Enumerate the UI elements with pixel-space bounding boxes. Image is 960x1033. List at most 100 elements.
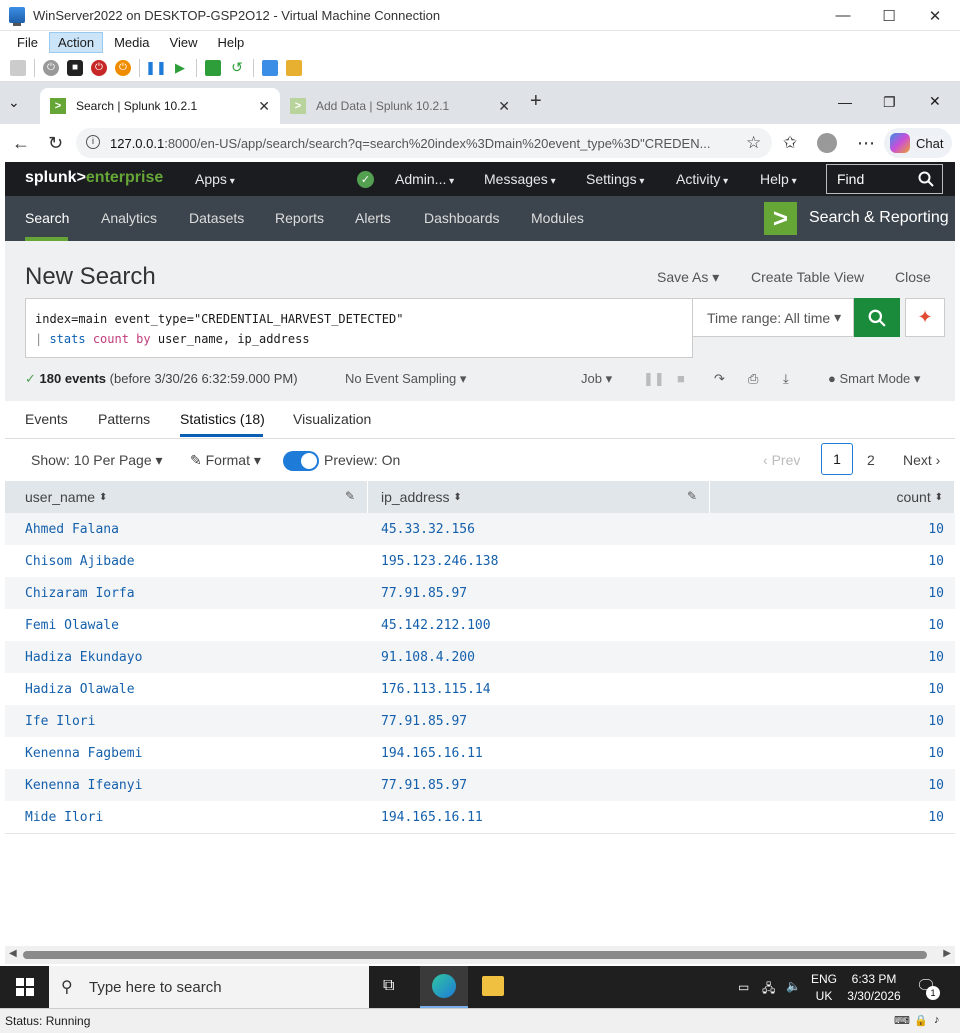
revert-icon[interactable]: ↺	[229, 59, 245, 76]
cell-user-name[interactable]: Kenenna Fagbemi	[5, 737, 368, 769]
taskbar-search-input[interactable]: ⚲ Type here to search	[49, 966, 369, 1008]
windows-start-icon[interactable]	[16, 978, 34, 996]
file-explorer-icon[interactable]	[482, 976, 504, 996]
next-page-button[interactable]: Next ›	[903, 452, 940, 468]
tab-events[interactable]: Events	[25, 411, 68, 427]
scroll-left-icon[interactable]: ◀	[9, 948, 17, 959]
site-info-icon[interactable]: i	[86, 135, 100, 149]
cell-user-name[interactable]: Hadiza Olawale	[5, 673, 368, 705]
tab-search-splunk[interactable]: > Search | Splunk 10.2.1 ✕	[40, 88, 280, 124]
cell-count[interactable]: 10	[710, 609, 955, 641]
share-icon[interactable]	[286, 59, 302, 76]
nav-search[interactable]: Search	[25, 210, 69, 226]
help-menu[interactable]: Help	[760, 171, 797, 187]
scroll-thumb[interactable]	[23, 951, 927, 959]
admin-menu[interactable]: Admin...	[395, 171, 454, 187]
find-input[interactable]: Find	[826, 164, 943, 194]
back-icon[interactable]: ←	[12, 133, 30, 154]
favorite-star-icon[interactable]: ☆	[746, 133, 761, 153]
tab-add-data[interactable]: > Add Data | Splunk 10.2.1 ✕	[280, 88, 520, 124]
cell-ip-address[interactable]: 91.108.4.200	[368, 641, 710, 673]
cell-user-name[interactable]: Mide Ilori	[5, 801, 368, 833]
horizontal-scrollbar[interactable]: ◀ ▶	[5, 946, 955, 964]
page-2-button[interactable]: 2	[867, 452, 875, 468]
messages-menu[interactable]: Messages	[484, 171, 556, 187]
close-icon[interactable]: ✕	[912, 0, 958, 31]
profile-avatar[interactable]	[817, 133, 837, 153]
cell-ip-address[interactable]: 77.91.85.97	[368, 769, 710, 801]
url-input[interactable]: i 127.0.0.1:8000/en-US/app/search/search…	[76, 128, 772, 158]
favorites-icon[interactable]: ✩	[783, 133, 797, 153]
app-name[interactable]: Search & Reporting	[809, 209, 949, 227]
start-icon[interactable]: ⏻	[43, 59, 59, 76]
cell-count[interactable]: 10	[710, 673, 955, 705]
apps-menu[interactable]: Apps	[195, 171, 235, 187]
cell-user-name[interactable]: Femi Olawale	[5, 609, 368, 641]
cell-count[interactable]: 10	[710, 769, 955, 801]
cell-count[interactable]: 10	[710, 705, 955, 737]
cell-ip-address[interactable]: 45.142.212.100	[368, 609, 710, 641]
resume-icon[interactable]: ▶	[172, 60, 188, 76]
close-link[interactable]: Close	[895, 269, 931, 285]
edit-column-icon[interactable]: ✎	[687, 489, 697, 503]
shutdown-icon[interactable]: ⏻	[91, 59, 107, 76]
close-window-icon[interactable]: ✕	[929, 93, 941, 110]
cell-ip-address[interactable]: 194.165.16.11	[368, 737, 710, 769]
tab-close-icon[interactable]: ✕	[258, 98, 270, 115]
cell-user-name[interactable]: Ahmed Falana	[5, 513, 368, 545]
column-header-user-name[interactable]: user_name ⬍ ✎	[5, 481, 368, 513]
cell-count[interactable]: 10	[710, 545, 955, 577]
print-icon[interactable]: ⎙	[748, 371, 758, 387]
cell-count[interactable]: 10	[710, 801, 955, 833]
tab-patterns[interactable]: Patterns	[98, 411, 150, 427]
cell-ip-address[interactable]: 77.91.85.97	[368, 705, 710, 737]
cell-ip-address[interactable]: 194.165.16.11	[368, 801, 710, 833]
menu-help[interactable]: Help	[208, 32, 253, 53]
task-view-icon[interactable]: ⧉	[383, 977, 394, 995]
cell-user-name[interactable]: Ife Ilori	[5, 705, 368, 737]
edge-taskbar-button[interactable]	[420, 966, 468, 1008]
page-1-button[interactable]: 1	[821, 443, 853, 475]
nav-alerts[interactable]: Alerts	[355, 210, 391, 226]
save-as-menu[interactable]: Save As ▾	[657, 269, 719, 286]
cell-ip-address[interactable]: 45.33.32.156	[368, 513, 710, 545]
menu-media[interactable]: Media	[105, 32, 158, 53]
ctrl-alt-del-icon[interactable]	[10, 59, 26, 76]
tab-statistics[interactable]: Statistics (18)	[180, 411, 265, 427]
share-job-icon[interactable]: ↷	[714, 371, 725, 387]
tab-close-icon[interactable]: ✕	[498, 98, 510, 115]
export-icon[interactable]: ⤓	[783, 371, 789, 387]
search-mode-menu[interactable]: ● Smart Mode ▾	[828, 371, 920, 387]
pause-job-icon[interactable]: ❚❚	[643, 371, 665, 387]
tab-visualization[interactable]: Visualization	[293, 411, 371, 427]
ai-assistant-button[interactable]: ✦	[905, 298, 945, 337]
job-menu[interactable]: Job ▾	[581, 371, 612, 387]
nav-datasets[interactable]: Datasets	[189, 210, 244, 226]
clock[interactable]: 6:33 PM 3/30/2026	[846, 972, 902, 1003]
restore-icon[interactable]: ❐	[883, 94, 896, 111]
enhanced-session-icon[interactable]	[262, 59, 278, 76]
settings-menu[interactable]: Settings	[586, 171, 644, 187]
cell-count[interactable]: 10	[710, 641, 955, 673]
cell-user-name[interactable]: Hadiza Ekundayo	[5, 641, 368, 673]
checkpoint-icon[interactable]	[205, 59, 221, 76]
preview-toggle[interactable]	[283, 451, 319, 471]
tab-list-chevron-icon[interactable]: ⌄	[8, 94, 20, 111]
cell-count[interactable]: 10	[710, 737, 955, 769]
cell-ip-address[interactable]: 195.123.246.138	[368, 545, 710, 577]
volume-icon[interactable]: 🔈	[786, 979, 801, 993]
nav-reports[interactable]: Reports	[275, 210, 324, 226]
reload-icon[interactable]: ↻	[48, 133, 63, 154]
cell-count[interactable]: 10	[710, 513, 955, 545]
menu-view[interactable]: View	[161, 32, 207, 53]
column-header-ip-address[interactable]: ip_address ⬍ ✎	[368, 481, 710, 513]
cell-ip-address[interactable]: 176.113.115.14	[368, 673, 710, 705]
maximize-icon[interactable]: ☐	[866, 0, 912, 31]
notifications-icon[interactable]: 🗨 1	[916, 976, 940, 1000]
cell-user-name[interactable]: Chizaram Iorfa	[5, 577, 368, 609]
network-icon[interactable]: 🖧	[762, 979, 775, 1000]
minimize-icon[interactable]: —	[820, 0, 866, 31]
format-menu[interactable]: ✎ Format ▾	[190, 452, 261, 469]
more-menu-icon[interactable]: ⋯	[857, 133, 875, 154]
cell-count[interactable]: 10	[710, 577, 955, 609]
